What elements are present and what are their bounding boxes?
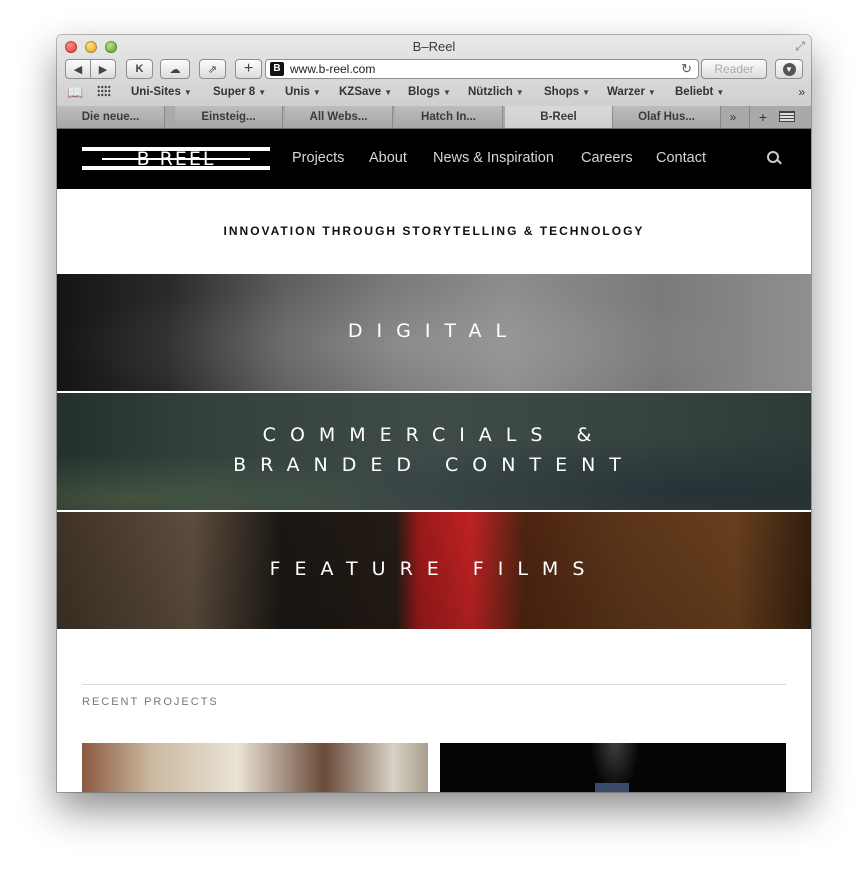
reading-list-icon[interactable]: 📖: [67, 85, 83, 101]
downloads-button[interactable]: ▼: [775, 59, 803, 79]
banner-digital[interactable]: DIGITAL: [57, 274, 811, 391]
bookmark-kzsave[interactable]: KZSave ▼: [339, 86, 392, 98]
address-bar[interactable]: B www.b-reel.com ↻: [265, 59, 699, 79]
nav-careers[interactable]: Careers: [581, 150, 633, 166]
top-sites-icon: K: [135, 63, 144, 75]
add-bookmark-button[interactable]: +: [235, 59, 262, 79]
banner-commercials-image: [57, 393, 811, 510]
chevron-down-icon: ▼: [312, 88, 321, 97]
chevron-down-icon: ▼: [384, 88, 393, 97]
thumbnail-screen: [595, 783, 629, 792]
reload-icon[interactable]: ↻: [681, 61, 692, 77]
window-title: B–Reel: [412, 39, 456, 54]
bookmark-super-8[interactable]: Super 8 ▼: [213, 86, 266, 98]
icloud-tabs-button[interactable]: ☁: [160, 59, 190, 79]
top-sites-grid-icon[interactable]: [97, 85, 111, 97]
banner-commercials-title-line2: BRANDED CONTENT: [233, 454, 635, 476]
bookmark-blogs[interactable]: Blogs ▼: [408, 86, 451, 98]
bookmarks-bar: 📖 Uni-Sites ▼ Super 8 ▼ Unis ▼ KZSave ▼ Blog…: [57, 83, 811, 103]
tab-overview-icon[interactable]: [779, 111, 795, 122]
bookmark-beliebt[interactable]: Beliebt ▼: [675, 86, 724, 98]
nav-contact[interactable]: Contact: [656, 150, 706, 166]
site-header: B REEL Projects About News & Inspiration…: [57, 129, 811, 189]
bookmark-shops[interactable]: Shops ▼: [544, 86, 590, 98]
banner-feature-films[interactable]: FEATURE FILMS: [57, 512, 811, 629]
chevron-down-icon: ▼: [442, 88, 451, 97]
forward-arrow-icon: ▶: [98, 63, 108, 76]
top-sites-button[interactable]: K: [126, 59, 153, 79]
tab-hatch-in[interactable]: Hatch In...: [395, 106, 503, 128]
chevron-down-icon: ▼: [647, 88, 656, 97]
download-icon: ▼: [782, 62, 796, 76]
chevron-down-icon: ▼: [183, 88, 192, 97]
recent-projects-heading: RECENT PROJECTS: [82, 696, 219, 708]
tab-all-webs[interactable]: All Webs...: [285, 106, 393, 128]
search-icon[interactable]: [767, 151, 779, 163]
tagline: INNOVATION THROUGH STORYTELLING & TECHNO…: [223, 224, 645, 238]
tab-die-neue[interactable]: Die neue...: [57, 106, 165, 128]
share-button[interactable]: ⇗: [199, 59, 226, 79]
browser-window: B–Reel ⤢ ◀ ▶ K ☁ ⇗ + B www.b-reel.com ↻ …: [57, 35, 811, 792]
chevron-down-icon: ▼: [582, 88, 591, 97]
recent-project-thumbnail-2[interactable]: [440, 743, 786, 792]
nav-projects[interactable]: Projects: [292, 150, 344, 166]
recent-project-thumbnail-1[interactable]: [82, 743, 428, 792]
fullscreen-icon[interactable]: ⤢: [795, 39, 805, 54]
bookmark-nuetzlich[interactable]: Nützlich ▼: [468, 86, 524, 98]
cloud-icon: ☁: [169, 63, 181, 76]
back-arrow-icon: ◀: [73, 63, 83, 76]
chevron-down-icon: ▼: [716, 88, 725, 97]
bookmark-warzer[interactable]: Warzer ▼: [607, 86, 656, 98]
site-logo[interactable]: B REEL: [82, 147, 270, 170]
tab-bar: Die neue... Einsteig... All Webs... Hatc…: [57, 106, 811, 129]
site-favicon-icon: B: [270, 62, 284, 76]
back-button[interactable]: ◀: [65, 59, 91, 79]
reader-button[interactable]: Reader: [701, 59, 767, 79]
nav-about[interactable]: About: [369, 150, 407, 166]
bookmark-unis[interactable]: Unis ▼: [285, 86, 321, 98]
bookmark-uni-sites[interactable]: Uni-Sites ▼: [131, 86, 192, 98]
banner-digital-title: DIGITAL: [347, 320, 521, 342]
section-divider: [82, 684, 786, 685]
chevron-down-icon: ▼: [258, 88, 267, 97]
plus-icon: +: [243, 60, 254, 77]
nav-news-inspiration[interactable]: News & Inspiration: [433, 150, 554, 166]
banner-commercials-title-line1: COMMERCIALS &: [262, 424, 606, 446]
new-tab-button[interactable]: +: [749, 106, 776, 128]
logo-bottom-bar: [82, 166, 270, 170]
more-bookmarks-icon[interactable]: »: [798, 85, 805, 99]
url-text[interactable]: www.b-reel.com: [290, 62, 375, 76]
tab-olaf-hus[interactable]: Olaf Hus...: [613, 106, 721, 128]
chevron-down-icon: ▼: [515, 88, 524, 97]
title-bar: B–Reel ⤢ ◀ ▶ K ☁ ⇗ + B www.b-reel.com ↻ …: [57, 35, 811, 107]
logo-strike: [102, 158, 250, 160]
forward-button[interactable]: ▶: [90, 59, 116, 79]
share-icon: ⇗: [207, 63, 218, 76]
banner-commercials[interactable]: COMMERCIALS & BRANDED CONTENT: [57, 393, 811, 510]
more-tabs-icon[interactable]: »: [721, 106, 745, 128]
tab-b-reel[interactable]: B-Reel: [505, 106, 613, 128]
banner-feature-title: FEATURE FILMS: [269, 558, 599, 580]
tab-einsteig[interactable]: Einsteig...: [175, 106, 283, 128]
